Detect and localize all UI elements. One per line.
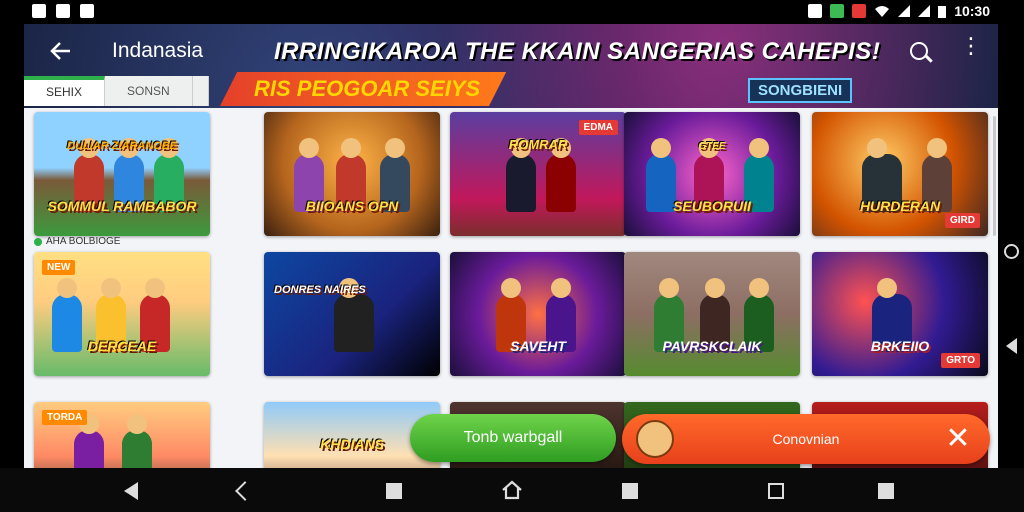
card-top-title: DULIAR ZIARANOBE [67, 140, 177, 152]
app-window: Indanasia IRRINGIKAROA THE KKAIN SANGERI… [24, 24, 998, 468]
game-card[interactable]: SAVEHT [450, 252, 626, 376]
more-vert-icon: ⋮ [960, 33, 982, 58]
card-title: DONRES NAIRES [274, 284, 366, 296]
status-bar: 10:30 [0, 0, 1024, 24]
battery-icon [938, 5, 947, 18]
clock: 10:30 [954, 3, 990, 19]
signal-icon [898, 5, 911, 17]
hero-figure [546, 138, 576, 212]
search-button[interactable] [908, 40, 934, 66]
hero-figure [122, 414, 152, 468]
square-icon [386, 483, 402, 499]
card-title: KHDIANS [320, 436, 384, 452]
card-title: BRKEIIO [870, 338, 930, 354]
tab-0[interactable]: SEHIX [24, 76, 106, 106]
back-button[interactable] [48, 38, 78, 68]
card-top-title: ROMRAR [508, 137, 568, 152]
back-triangle-icon[interactable] [1006, 338, 1017, 354]
avatar [636, 420, 674, 458]
game-card[interactable]: BRKEIIO GRTO [812, 252, 988, 376]
card-badge: EDMA [578, 120, 618, 135]
back-icon [124, 482, 138, 500]
banner-title: IRRINGIKAROA THE KKAIN SANGERIAS CAHEPIS… [274, 38, 881, 65]
game-card[interactable]: TORDA [34, 402, 210, 468]
game-card[interactable]: GTEE SEUBORUII [624, 112, 800, 236]
nav-back-chevron-button[interactable] [235, 481, 255, 501]
status-right: 10:30 [808, 3, 990, 19]
card-title: DERCEAE [87, 338, 157, 354]
hero-figure [334, 278, 374, 352]
nav-back-button[interactable] [124, 482, 138, 500]
game-card[interactable]: DULIAR ZIARANOBE SOMMUL RAMBABOR [34, 112, 210, 236]
card-title: SEUBORUII [673, 198, 751, 214]
section-label-text: AHA BOLBIOGE [46, 236, 121, 247]
nav-home-button[interactable] [501, 480, 523, 505]
app-title: Indanasia [112, 39, 204, 62]
status-dot-icon [34, 237, 42, 246]
game-card[interactable]: ROMRAR EDMA [450, 112, 626, 236]
banner-badge: SONGBIENI [748, 78, 853, 103]
game-card[interactable]: BIIOANS OPN [264, 112, 440, 236]
image-icon [80, 4, 94, 18]
card-title: PAVRSKCLAIK [662, 338, 762, 354]
card-badge: TORDA [42, 410, 88, 425]
section-label: AHA BOLBIOGE [34, 236, 120, 247]
close-icon: ✕ [945, 422, 971, 455]
card-title: SAVEHT [510, 338, 566, 354]
home-icon [502, 480, 522, 500]
card-title: SOMMUL RAMBABOR [47, 198, 197, 214]
chevron-left-icon [235, 481, 255, 501]
nav-square-button[interactable] [622, 482, 638, 499]
home-circle-icon[interactable] [1004, 244, 1019, 259]
card-badge: NEW [42, 260, 76, 275]
nav-square-button[interactable] [878, 482, 894, 499]
nav-recents-button[interactable] [768, 482, 784, 499]
shield-icon [808, 4, 823, 18]
card-title: HURDERAN [859, 198, 941, 214]
image-icon [56, 4, 70, 18]
game-card[interactable]: DONRES NAIRES [264, 252, 440, 376]
tab-2[interactable] [192, 76, 209, 106]
app-icon [830, 4, 845, 18]
system-rail [998, 24, 1024, 468]
floating-banner-label: Conovnian [772, 431, 840, 447]
game-card[interactable]: HURDERAN GIRD [812, 112, 988, 236]
card-title: BIIOANS OPN [305, 198, 399, 214]
navigation-bar [0, 468, 1024, 512]
card-top-title: GTEE [698, 141, 726, 152]
nav-square-button[interactable] [386, 482, 402, 499]
game-thumbnail [450, 252, 626, 376]
status-left [32, 4, 94, 18]
tab-1[interactable]: SONSN [105, 76, 193, 106]
floating-green-button[interactable]: Tonb warbgall [410, 414, 616, 462]
more-options-button[interactable]: ⋮ [960, 35, 982, 66]
signal-icon [918, 5, 931, 17]
recents-icon [768, 483, 784, 499]
wifi-icon [875, 6, 890, 17]
hero-figure [74, 414, 104, 468]
game-card[interactable]: PAVRSKCLAIK [624, 252, 800, 376]
tab-bar: SEHIX SONSN [24, 76, 209, 106]
square-icon [878, 483, 894, 499]
close-button[interactable]: ✕ [940, 421, 976, 457]
square-icon [622, 483, 638, 499]
header-banner: Indanasia IRRINGIKAROA THE KKAIN SANGERI… [24, 24, 998, 108]
notification-icon [32, 4, 46, 18]
hero-figure [506, 138, 536, 212]
alert-icon [852, 4, 867, 18]
floating-orange-banner[interactable]: Conovnian ✕ [622, 414, 990, 464]
scrollbar[interactable] [993, 116, 996, 236]
card-badge: GIRD [945, 213, 980, 228]
card-badge: GRTO [941, 353, 980, 368]
game-card[interactable]: DERCEAE NEW [34, 252, 210, 376]
arrow-left-icon [50, 42, 70, 60]
banner-subtitle: RIS PEOGOAR SEIYS [220, 72, 507, 106]
